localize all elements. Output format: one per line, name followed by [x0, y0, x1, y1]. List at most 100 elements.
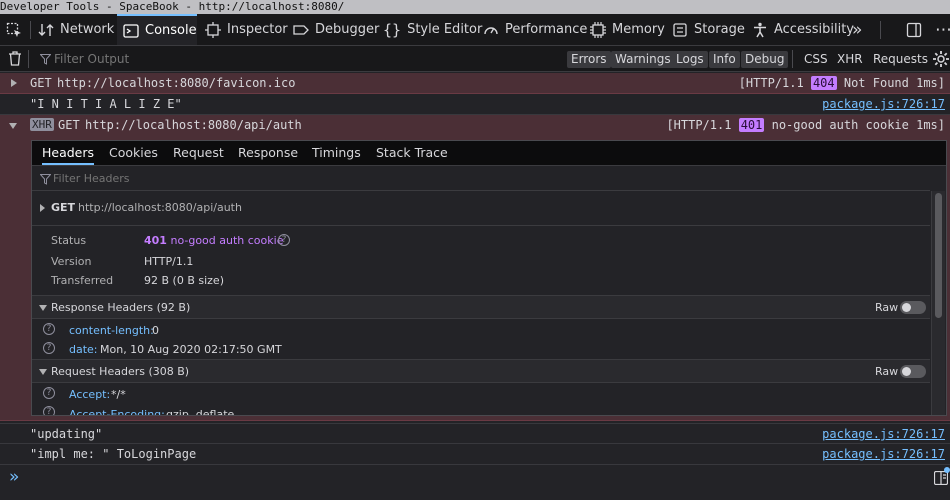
console-input-line[interactable]: » [0, 465, 950, 500]
tab-style-editor[interactable]: {} Style Editor [383, 14, 482, 45]
toolbox-tab-bar: Network Console Inspector Debugger {} St… [0, 14, 950, 46]
transferred-value: 92 B (0 B size) [144, 274, 224, 287]
debugger-icon [293, 22, 309, 38]
collapse-chevron-icon [39, 305, 47, 311]
header-help-icon[interactable]: ? [43, 406, 55, 415]
header-value: gzip, deflate [166, 408, 235, 416]
status-text: no-good auth cookie [170, 234, 284, 247]
editor-mode-icon[interactable] [933, 470, 949, 488]
details-tab-timings[interactable]: Timings [312, 141, 361, 165]
filter-requests-button[interactable]: Requests [873, 51, 928, 68]
filter-xhr-button[interactable]: XHR [837, 51, 863, 68]
request-method: GET [30, 76, 52, 90]
version-label: Version [51, 255, 92, 268]
raw-toggle[interactable] [900, 365, 926, 378]
divider [32, 225, 930, 226]
xhr-badge: XHR [30, 118, 54, 131]
tab-performance[interactable]: Performance [483, 14, 587, 45]
request-url[interactable]: http://localhost:8080/api/auth [85, 118, 302, 132]
status-suffix: Not Found 1ms] [836, 76, 945, 90]
more-tools-chevron-icon[interactable]: » [852, 20, 862, 40]
status-help-icon[interactable]: ? [278, 234, 290, 246]
header-name: date: [69, 343, 98, 356]
log-message-row: "impl me: " ToLoginPage package.js:726:1… [0, 444, 950, 465]
summary-url[interactable]: http://localhost:8080/api/auth [78, 201, 242, 214]
tab-memory[interactable]: Memory [590, 14, 665, 45]
request-method: GET [58, 118, 80, 132]
tab-label: Debugger [315, 22, 380, 37]
summary-method: GET [51, 201, 76, 214]
trash-icon[interactable] [8, 51, 22, 69]
inspector-icon [205, 21, 221, 38]
toolbar-divider [30, 21, 31, 39]
filter-css-button[interactable]: CSS [804, 51, 828, 68]
header-help-icon[interactable]: ? [43, 323, 55, 335]
element-picker-icon[interactable] [6, 22, 22, 41]
raw-label: Raw [875, 365, 899, 378]
header-help-icon[interactable]: ? [43, 387, 55, 399]
tab-network[interactable]: Network [38, 14, 114, 45]
raw-label: Raw [875, 301, 899, 314]
filter-logs-button[interactable]: Logs [672, 51, 708, 68]
dock-options-icon[interactable] [906, 22, 922, 41]
collapse-chevron-icon [39, 369, 47, 375]
filter-info-button[interactable]: Info [709, 51, 740, 68]
memory-icon [590, 21, 606, 38]
log-text: "impl me: " ToLoginPage [30, 447, 197, 461]
transferred-label: Transferred [51, 274, 114, 287]
filter-debug-button[interactable]: Debug [741, 51, 789, 68]
tab-inspector[interactable]: Inspector [205, 14, 288, 45]
version-value: HTTP/1.1 [144, 255, 194, 268]
header-help-icon[interactable]: ? [43, 342, 55, 354]
toolbar-divider [880, 21, 881, 39]
tab-accessibility[interactable]: Accessibility [752, 14, 854, 45]
filter-output-input[interactable] [54, 50, 534, 68]
expand-chevron-icon[interactable] [11, 79, 17, 87]
tab-label: Memory [612, 22, 665, 37]
scrollbar-thumb[interactable] [935, 193, 942, 318]
source-link[interactable]: package.js:726:17 [822, 424, 945, 444]
details-tab-stack-trace[interactable]: Stack Trace [376, 141, 448, 165]
request-headers-section-header[interactable]: Request Headers (308 B) Raw [32, 359, 930, 383]
details-tab-headers[interactable]: Headers [42, 141, 95, 165]
header-name: content-length: [69, 324, 154, 337]
status-value: 401 no-good auth cookie [144, 234, 283, 247]
filter-errors-button[interactable]: Errors [567, 51, 611, 68]
tab-storage[interactable]: Storage [672, 14, 745, 45]
console-icon [123, 23, 139, 39]
response-headers-title: Response Headers (92 B) [51, 301, 191, 314]
header-name: Accept-Encoding: [69, 408, 165, 416]
header-value: */* [111, 388, 126, 401]
details-scrollbar[interactable] [931, 191, 945, 415]
source-link[interactable]: package.js:726:17 [822, 444, 945, 464]
status-code-badge: 404 [810, 76, 837, 90]
filter-headers-input[interactable] [53, 170, 453, 187]
details-tab-cookies[interactable]: Cookies [109, 141, 158, 165]
header-value: 0 [152, 324, 159, 337]
response-headers-section-header[interactable]: Response Headers (92 B) Raw [32, 295, 930, 319]
tab-label: Storage [694, 22, 745, 37]
status-prefix: [HTTP/1.1 [666, 118, 739, 132]
toolbox-menu-icon[interactable]: ⋯ [935, 20, 950, 40]
details-tab-request[interactable]: Request [173, 141, 224, 165]
tab-label: Style Editor [407, 22, 483, 37]
details-tab-response[interactable]: Response [238, 141, 298, 165]
console-input[interactable] [28, 469, 908, 489]
status-prefix: [HTTP/1.1 [738, 76, 811, 90]
tab-label: Performance [505, 22, 588, 37]
collapse-chevron-icon[interactable] [9, 123, 17, 129]
network-message-row[interactable]: GET http://localhost:8080/favicon.ico [H… [0, 73, 950, 94]
tab-debugger[interactable]: Debugger [293, 14, 379, 45]
filter-warnings-button[interactable]: Warnings [611, 51, 675, 68]
console-settings-gear-icon[interactable] [932, 50, 950, 71]
request-url[interactable]: http://localhost:8080/favicon.ico [57, 73, 295, 93]
tab-console[interactable]: Console [117, 14, 197, 45]
status-summary: [HTTP/1.1 401 no-good auth cookie 1ms] [666, 118, 945, 132]
input-prompt-chevron-icon: » [9, 467, 20, 487]
expand-chevron-icon[interactable] [40, 204, 45, 212]
network-icon [38, 22, 54, 38]
header-name: Accept: [69, 388, 111, 401]
raw-toggle[interactable] [900, 301, 926, 314]
log-message-row: "I N I T I A L I Z E" package.js:726:17 [0, 94, 950, 115]
source-link[interactable]: package.js:726:17 [822, 94, 945, 114]
